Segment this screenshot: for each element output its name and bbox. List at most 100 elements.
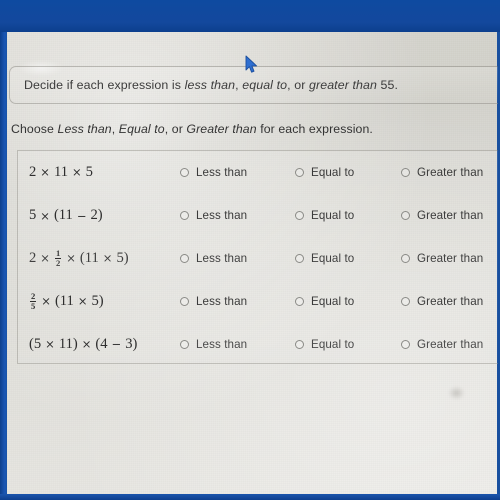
bottom-edge-rail: [0, 494, 500, 500]
expression-2: 5 × (11−2): [29, 207, 103, 224]
radio-option-row3-equal-to[interactable]: Equal to: [295, 252, 354, 265]
fraction-numerator: 1: [55, 247, 61, 258]
radio-option-label: Equal to: [311, 209, 355, 223]
radio-option-label: Equal to: [311, 165, 355, 179]
expression-term: 5): [116, 249, 129, 266]
radio-option-label: Greater than: [417, 251, 484, 265]
radio-option-row2-greater-than[interactable]: Greater than: [401, 209, 483, 222]
expression-3: 2 × 1 2 × (11 × 5): [29, 247, 129, 268]
radio-option-label: Less than: [196, 294, 248, 308]
radio-unselected-icon[interactable]: [401, 339, 410, 349]
radio-option-row4-less-than[interactable]: Less than: [180, 295, 247, 308]
radio-unselected-icon[interactable]: [180, 296, 189, 306]
instruction-option-less-than: Less than: [57, 122, 112, 136]
radio-option-row1-less-than[interactable]: Less than: [180, 166, 247, 179]
operator-symbol: ×: [81, 337, 92, 352]
prompt-run-6: 55.: [377, 78, 399, 92]
expression-1: 2 × 11 × 5: [29, 164, 93, 181]
table-row: (5 × 11) × (4−3) Less than Equal to Greater tha…: [18, 322, 498, 365]
radio-unselected-icon[interactable]: [295, 296, 304, 306]
fraction-4-0: 25: [30, 290, 37, 311]
radio-unselected-icon[interactable]: [180, 253, 189, 263]
radio-unselected-icon[interactable]: [401, 211, 410, 221]
radio-option-row4-greater-than[interactable]: Greater than: [401, 295, 483, 308]
operator-symbol: ×: [45, 337, 55, 352]
expression-term: 2: [29, 163, 37, 180]
instruction-tail: for each expression.: [256, 122, 373, 136]
radio-option-row2-equal-to[interactable]: Equal to: [295, 209, 354, 222]
radio-option-row5-greater-than[interactable]: Greater than: [401, 338, 483, 351]
expression-4: 2 5 × (11 × 5): [29, 290, 104, 311]
expression-term: (5: [29, 335, 42, 352]
screenshot-root: Decide if each expression is less than , …: [0, 0, 500, 500]
fraction-numerator: 2: [31, 290, 36, 301]
table-row: 5 × (11−2) Less than Equal to Greater than: [18, 194, 498, 237]
question-prompt-card: Decide if each expression is less than , …: [9, 66, 498, 104]
expression-term: 2): [90, 207, 103, 224]
expression-term: 5: [85, 163, 93, 180]
radio-option-row2-less-than[interactable]: Less than: [180, 209, 247, 222]
prompt-run-1: less than: [184, 78, 236, 92]
table-row: 2 × 1 2 × (11 × 5) Less than Equal to Greater than: [18, 237, 498, 280]
radio-option-row5-equal-to[interactable]: Equal to: [295, 338, 354, 351]
instruction-lead: Choose: [11, 122, 58, 136]
radio-option-row1-greater-than[interactable]: Greater than: [401, 166, 483, 179]
table-row: 2 5 × (11 × 5) Less than Equal to Greater than: [18, 279, 498, 322]
app-top-bar: [0, 0, 500, 32]
radio-unselected-icon[interactable]: [180, 167, 189, 177]
answer-choice-table: 2 × 11 × 5 Less than Equal to Greater than 5 × (11…: [17, 150, 498, 364]
table-row: 2 × 11 × 5 Less than Equal to Greater than: [18, 151, 498, 194]
radio-unselected-icon[interactable]: [180, 211, 189, 221]
radio-unselected-icon[interactable]: [401, 296, 410, 306]
radio-option-label: Greater than: [417, 337, 484, 351]
operator-symbol: −: [111, 337, 122, 352]
operator-symbol: ×: [40, 165, 50, 180]
question-prompt-text: Decide if each expression is less than , …: [10, 78, 398, 92]
radio-unselected-icon[interactable]: [295, 253, 304, 263]
radio-option-label: Less than: [196, 251, 248, 265]
expression-term: (4: [95, 335, 108, 352]
prompt-run-0: Decide if each expression is: [24, 78, 185, 92]
expression-term: 5): [91, 292, 104, 309]
prompt-run-3: equal to: [242, 78, 288, 92]
radio-option-label: Greater than: [417, 209, 484, 223]
instruction-option-greater-than: Greater than: [186, 122, 257, 136]
prompt-run-4: , or: [287, 78, 309, 92]
radio-option-row5-less-than[interactable]: Less than: [180, 338, 247, 351]
expression-term: 2: [29, 249, 37, 266]
instruction-sep-2: , or: [164, 122, 187, 136]
fraction-denominator: 5: [30, 300, 37, 311]
radio-unselected-icon[interactable]: [295, 167, 304, 177]
operator-symbol: ×: [72, 165, 82, 180]
expression-term: (11: [79, 249, 99, 266]
expression-term: 5: [29, 207, 37, 224]
radio-unselected-icon[interactable]: [401, 167, 410, 177]
expression-term: (11: [54, 292, 74, 309]
radio-option-row3-less-than[interactable]: Less than: [180, 252, 247, 265]
radio-option-label: Less than: [196, 209, 248, 223]
operator-symbol: −: [76, 208, 87, 223]
operator-symbol: ×: [40, 208, 50, 223]
radio-option-label: Greater than: [417, 294, 484, 308]
radio-option-label: Greater than: [417, 165, 484, 179]
radio-option-row1-equal-to[interactable]: Equal to: [295, 166, 354, 179]
radio-unselected-icon[interactable]: [295, 339, 304, 349]
operator-symbol: ×: [77, 294, 88, 309]
expression-5: (5 × 11) × (4−3): [29, 336, 137, 353]
operator-symbol: ×: [41, 294, 51, 309]
expression-term: (11: [53, 207, 73, 224]
fraction-denominator: 2: [54, 257, 62, 268]
radio-option-label: Less than: [196, 165, 248, 179]
radio-unselected-icon[interactable]: [401, 253, 410, 263]
instruction-option-equal-to: Equal to: [118, 122, 165, 136]
operator-symbol: ×: [66, 251, 76, 266]
radio-unselected-icon[interactable]: [295, 211, 304, 221]
radio-option-row3-greater-than[interactable]: Greater than: [401, 252, 483, 265]
operator-symbol: ×: [40, 251, 50, 266]
radio-option-label: Equal to: [311, 337, 355, 351]
radio-option-row4-equal-to[interactable]: Equal to: [295, 295, 354, 308]
radio-option-label: Less than: [196, 337, 248, 351]
radio-unselected-icon[interactable]: [180, 339, 189, 349]
prompt-run-5: greater than: [308, 78, 378, 92]
page-smudge: [448, 386, 465, 400]
